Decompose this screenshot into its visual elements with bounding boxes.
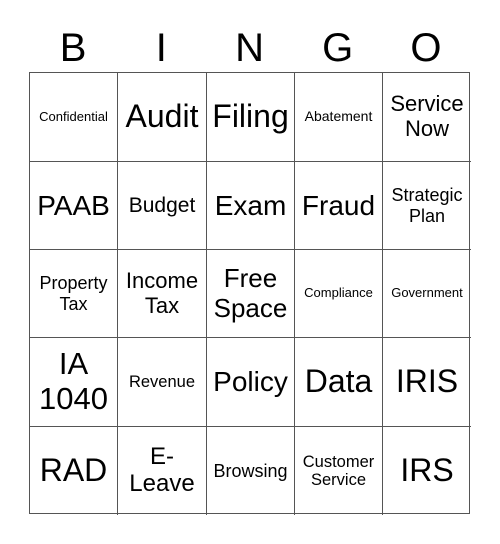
bingo-cell[interactable]: Revenue: [118, 338, 207, 427]
bingo-cell[interactable]: Confidential: [30, 73, 118, 162]
bingo-cell[interactable]: Property Tax: [30, 250, 118, 338]
bingo-cell[interactable]: E-Leave: [118, 427, 207, 515]
bingo-cell[interactable]: Filing: [207, 73, 295, 162]
header-letter-b: B: [59, 26, 87, 70]
free-space-cell[interactable]: Free Space: [207, 250, 295, 338]
bingo-cell[interactable]: Strategic Plan: [383, 162, 471, 250]
bingo-cell[interactable]: Fraud: [295, 162, 383, 250]
bingo-cell[interactable]: Compliance: [295, 250, 383, 338]
bingo-cell[interactable]: Browsing: [207, 427, 295, 515]
bingo-grid: Confidential Audit Filing Abatement Serv…: [29, 72, 471, 515]
bingo-cell[interactable]: IRS: [383, 427, 471, 515]
bingo-cell[interactable]: PAAB: [30, 162, 118, 250]
bingo-cell[interactable]: Abatement: [295, 73, 383, 162]
header-letter-o: O: [410, 26, 442, 70]
bingo-cell[interactable]: Customer Service: [295, 427, 383, 515]
header-letter-g: G: [322, 26, 354, 70]
bingo-cell[interactable]: Service Now: [383, 73, 471, 162]
header-letter-n: N: [235, 26, 264, 70]
bingo-cell[interactable]: Government: [383, 250, 471, 338]
bingo-cell[interactable]: IA 1040: [30, 338, 118, 427]
bingo-cell[interactable]: IRIS: [383, 338, 471, 427]
bingo-header: B I N G O: [29, 24, 470, 72]
bingo-cell[interactable]: Exam: [207, 162, 295, 250]
bingo-cell[interactable]: RAD: [30, 427, 118, 515]
bingo-cell[interactable]: Audit: [118, 73, 207, 162]
header-letter-i: I: [155, 26, 167, 70]
bingo-cell[interactable]: Data: [295, 338, 383, 427]
bingo-cell[interactable]: Income Tax: [118, 250, 207, 338]
bingo-cell[interactable]: Policy: [207, 338, 295, 427]
bingo-cell[interactable]: Budget: [118, 162, 207, 250]
